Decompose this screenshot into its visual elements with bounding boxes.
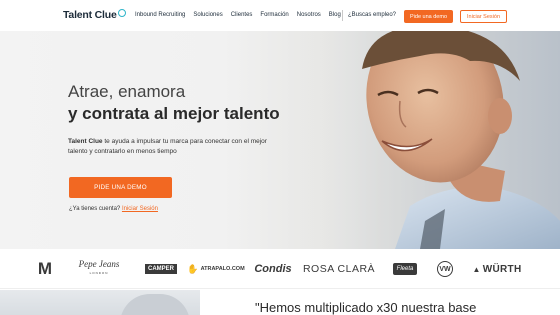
- hero-demo-button[interactable]: PIDE UNA DEMO: [69, 177, 172, 198]
- account-login-link[interactable]: Iniciar Sesión: [122, 206, 158, 212]
- client-logos-strip: M Pepe Jeans LONDON CAMPER ✋ ATRAPALO.CO…: [0, 249, 560, 289]
- mcdonalds-logo: M: [37, 259, 53, 278]
- volkswagen-logo: VW: [435, 249, 455, 289]
- nav-formacion[interactable]: Formación: [260, 12, 288, 18]
- atrapalo-logo: ✋ ATRAPALO.COM: [187, 249, 245, 289]
- hero-subtitle: Talent Clue te ayuda a impulsar tu marca…: [68, 137, 268, 157]
- talent-clue-logo[interactable]: Talent Clue: [63, 9, 126, 21]
- wurth-logo-text: WÜRTH: [482, 263, 522, 275]
- camper-logo-text: CAMPER: [145, 264, 178, 274]
- header-demo-button[interactable]: Pide una demo: [404, 10, 453, 23]
- account-question: ¿Ya tienes cuenta?: [69, 206, 121, 212]
- pepe-jeans-logo-text: Pepe Jeans: [78, 259, 120, 269]
- testimonial-quote: "Hemos multiplicado x30 nuestra base: [255, 300, 477, 315]
- logo-ring-icon: [117, 9, 126, 17]
- fleeta-logo-text: Fleeta: [392, 263, 418, 275]
- nav-blog[interactable]: Blog: [329, 12, 341, 18]
- hero-section: Atrae, enamora y contrata al mejor talen…: [0, 31, 560, 249]
- testimonial-photo-shape: [120, 294, 190, 315]
- pepe-jeans-logo-sub: LONDON: [89, 271, 109, 275]
- nav-clientes[interactable]: Clientes: [231, 12, 253, 18]
- hero-subtitle-brand: Talent Clue: [68, 138, 103, 145]
- jobs-link[interactable]: ¿Buscas empleo?: [348, 12, 396, 18]
- hero-title-line1: Atrae, enamora: [68, 82, 186, 101]
- nav-nosotros[interactable]: Nosotros: [297, 12, 321, 18]
- hero-photo-smiling-man: [300, 31, 560, 249]
- top-navigation-bar: Talent Clue Inbound Recruiting Solucione…: [0, 0, 560, 31]
- camper-logo: CAMPER: [145, 249, 178, 289]
- landing-page: Talent Clue Inbound Recruiting Solucione…: [0, 0, 560, 315]
- hero-title-line2: y contrata al mejor talento: [68, 104, 280, 123]
- atrapalo-logo-text: ATRAPALO.COM: [200, 266, 245, 272]
- header-login-button[interactable]: Iniciar Sesión: [460, 10, 507, 23]
- logo-text: Talent Clue: [63, 9, 117, 21]
- atrapalo-man-icon: ✋: [187, 263, 199, 274]
- condis-logo: Condis: [254, 263, 292, 275]
- fleeta-logo: Fleeta: [388, 249, 422, 289]
- wurth-logo: ▲ WÜRTH: [467, 249, 527, 289]
- volkswagen-logo-text: VW: [437, 261, 453, 277]
- pepe-jeans-logo: Pepe Jeans LONDON: [68, 249, 130, 289]
- nav-divider: [342, 10, 343, 21]
- account-prompt: ¿Ya tienes cuenta? Iniciar Sesión: [69, 206, 158, 212]
- main-nav: Inbound Recruiting Soluciones Clientes F…: [135, 12, 349, 18]
- wurth-chevron-icon: ▲: [472, 264, 481, 274]
- nav-soluciones[interactable]: Soluciones: [193, 12, 222, 18]
- rosa-clara-logo: ROSA CLARÀ: [302, 263, 376, 275]
- nav-inbound-recruiting[interactable]: Inbound Recruiting: [135, 12, 185, 18]
- testimonial-photo: [0, 290, 200, 315]
- hero-title: Atrae, enamora y contrata al mejor talen…: [68, 81, 280, 125]
- testimonial-section: "Hemos multiplicado x30 nuestra base: [0, 290, 560, 315]
